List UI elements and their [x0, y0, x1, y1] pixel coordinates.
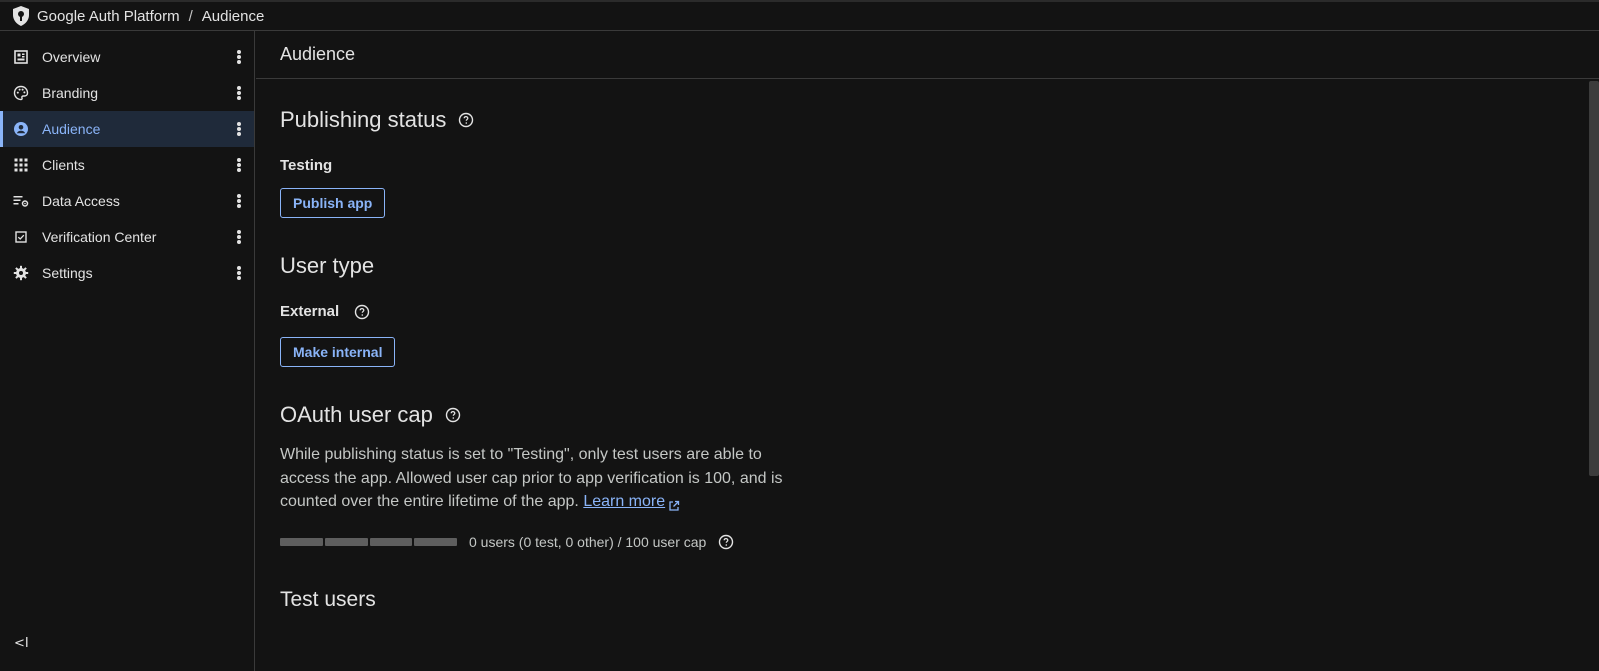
scrollbar[interactable]	[1589, 81, 1599, 476]
breadcrumb-separator: /	[188, 7, 193, 25]
publishing-status-section: Publishing status	[280, 107, 1380, 133]
progress-segment	[369, 537, 413, 546]
more-vert-icon[interactable]	[236, 84, 242, 102]
main-content: Audience Publishing status Testing Publi…	[256, 31, 1599, 671]
data-settings-icon	[13, 193, 29, 209]
help-icon[interactable]	[354, 304, 370, 320]
test-users-heading: Test users	[280, 587, 376, 611]
publishing-status-value: Testing	[280, 157, 333, 174]
content-area: Publishing status Testing Publish app Us…	[280, 79, 1380, 612]
user-cap-description: While publishing status is set to "Testi…	[280, 443, 790, 514]
more-vert-icon[interactable]	[236, 192, 242, 210]
publish-app-button[interactable]: Publish app	[280, 188, 386, 218]
more-vert-icon[interactable]	[236, 156, 242, 174]
help-icon[interactable]	[718, 534, 734, 550]
user-type-row: External	[280, 303, 1380, 320]
user-cap-description-text: While publishing status is set to "Testi…	[280, 446, 783, 510]
help-icon[interactable]	[458, 112, 474, 128]
help-icon[interactable]	[445, 407, 461, 423]
collapse-sidebar-button[interactable]: <I	[14, 636, 29, 651]
shield-logo-icon	[10, 5, 32, 27]
more-vert-icon[interactable]	[236, 120, 242, 138]
sidebar-item-overview[interactable]: Overview	[0, 39, 254, 75]
user-cap-progress: 0 users (0 test, 0 other) / 100 user cap	[280, 534, 1380, 550]
breadcrumb-app[interactable]: Google Auth Platform	[37, 8, 180, 25]
sidebar-item-label: Clients	[42, 157, 85, 173]
user-type-section: User type	[280, 253, 1380, 279]
page-title: Audience	[280, 44, 356, 64]
learn-more-link[interactable]: Learn more	[583, 493, 665, 510]
progress-segment	[324, 537, 368, 546]
sidebar-item-data-access[interactable]: Data Access	[0, 183, 254, 219]
more-vert-icon[interactable]	[236, 264, 242, 282]
top-bar: Google Auth Platform / Audience	[0, 0, 1599, 31]
more-vert-icon[interactable]	[236, 48, 242, 66]
progress-segment	[280, 537, 323, 546]
sidebar-item-branding[interactable]: Branding	[0, 75, 254, 111]
page-header: Audience	[256, 31, 1599, 79]
sidebar-item-label: Verification Center	[42, 229, 157, 245]
sidebar-item-label: Settings	[42, 265, 93, 281]
sidebar-item-label: Branding	[42, 85, 99, 101]
sidebar-item-label: Overview	[42, 49, 101, 65]
user-cap-progress-text: 0 users (0 test, 0 other) / 100 user cap	[469, 533, 707, 550]
sidebar-item-settings[interactable]: Settings	[0, 255, 254, 291]
apps-grid-icon	[13, 157, 29, 173]
gear-icon	[13, 265, 29, 281]
account-circle-icon	[13, 121, 29, 137]
user-type-value: External	[280, 303, 340, 320]
sidebar-item-audience[interactable]: Audience	[0, 111, 254, 147]
sidebar-item-clients[interactable]: Clients	[0, 147, 254, 183]
more-vert-icon[interactable]	[236, 228, 242, 246]
breadcrumb-current: Audience	[201, 7, 265, 25]
user-type-heading: User type	[280, 253, 375, 278]
progress-segment	[414, 537, 457, 546]
open-in-new-icon[interactable]	[668, 496, 680, 511]
palette-icon	[13, 85, 29, 101]
user-cap-progress-bar	[280, 537, 457, 546]
dashboard-icon	[13, 49, 29, 65]
sidebar-item-verification-center[interactable]: Verification Center	[0, 219, 254, 255]
oauth-user-cap-section: OAuth user cap	[280, 402, 1380, 428]
sidebar-item-label: Audience	[42, 121, 101, 137]
test-users-section: Test users	[280, 588, 1380, 612]
sidebar: Overview Branding Audience Clients Data …	[0, 31, 255, 671]
make-internal-button[interactable]: Make internal	[280, 337, 396, 367]
publishing-status-heading: Publishing status	[280, 107, 447, 132]
sidebar-item-label: Data Access	[42, 193, 120, 209]
verified-checkbox-icon	[13, 229, 29, 245]
oauth-user-cap-heading: OAuth user cap	[280, 402, 433, 427]
